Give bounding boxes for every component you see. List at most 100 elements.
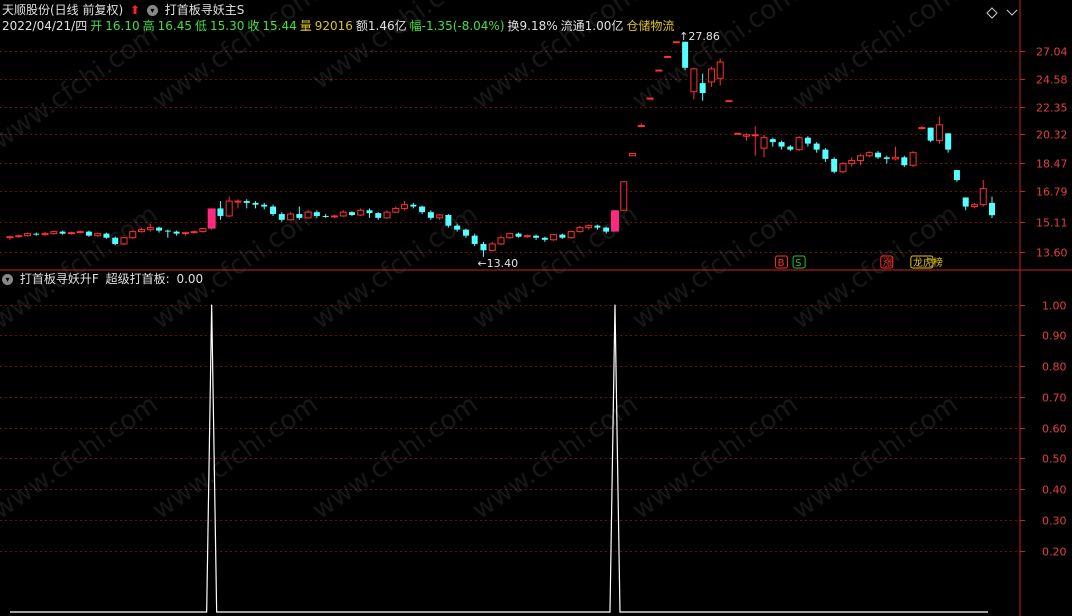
candle-body: [979, 188, 987, 206]
candle-body: [751, 134, 759, 137]
candle-body: [156, 227, 163, 231]
candle-body: [743, 134, 750, 137]
candle-body: [67, 232, 75, 235]
candle-body: [883, 157, 890, 159]
candle-body: [637, 125, 645, 128]
candle-body: [401, 204, 409, 209]
candle-body: [707, 68, 715, 83]
y-tick-label: 16.79: [1036, 186, 1068, 199]
candle-body: [339, 211, 347, 217]
candle-body: [901, 157, 908, 166]
watermark-text: www.cfchi.com: [467, 0, 644, 116]
candle-body: [41, 233, 49, 236]
candle-body: [523, 235, 531, 238]
watermark-text: www.cfchi.com: [147, 0, 324, 116]
candle-body: [6, 236, 14, 239]
candle-body: [454, 225, 461, 230]
candle-body: [261, 204, 268, 207]
candle-body: [970, 204, 978, 208]
candle-body: [831, 158, 838, 172]
y-tick-label: 13.60: [1036, 247, 1068, 260]
y-tick-label: 0.40: [1042, 484, 1067, 497]
candle-body: [655, 69, 663, 72]
signal-label: S: [795, 258, 801, 269]
price-annotation: ←13.40: [477, 257, 518, 270]
candle-body: [112, 237, 119, 244]
candle-body: [164, 230, 171, 232]
candle-body: [348, 212, 355, 215]
candle-body: [769, 139, 776, 143]
candle-body: [313, 212, 320, 216]
y-tick-label: 20.32: [1036, 129, 1068, 142]
candle-body: [138, 229, 146, 233]
candle-body: [550, 234, 558, 241]
y-tick-label: 0.80: [1042, 361, 1067, 374]
candle-body: [935, 124, 943, 142]
candle-body: [716, 61, 724, 79]
y-tick-label: 0.60: [1042, 423, 1067, 436]
y-tick-label: 15.11: [1036, 217, 1068, 230]
candle-body: [173, 231, 180, 234]
candle-body: [497, 237, 505, 245]
candle-body: [419, 206, 426, 213]
candle-body: [909, 152, 917, 166]
candle-body: [515, 233, 522, 237]
candle-body: [270, 206, 277, 215]
y-tick-label: 0.50: [1042, 453, 1067, 466]
candle-body: [927, 127, 934, 141]
candle-body: [207, 208, 216, 229]
chart-canvas[interactable]: www.cfchi.comwww.cfchi.comwww.cfchi.comw…: [0, 0, 1072, 616]
candle-body: [787, 146, 794, 150]
candle-body: [304, 211, 312, 219]
candle-body: [875, 152, 882, 158]
candle-body: [795, 137, 803, 151]
candle-body: [778, 142, 785, 147]
y-tick-label: 0.30: [1042, 515, 1067, 528]
signal-label: 龙虎榜: [913, 256, 943, 269]
candle-body: [120, 237, 128, 245]
candle-body: [375, 213, 382, 218]
candle-body: [366, 210, 373, 214]
candle-body: [217, 208, 224, 216]
candle-body: [103, 233, 110, 238]
window-controls[interactable]: [986, 7, 1018, 19]
y-tick-label: 0.90: [1042, 330, 1067, 343]
y-tick-label: 27.04: [1036, 46, 1068, 59]
watermark-text: www.cfchi.com: [147, 199, 324, 335]
candle-body: [234, 200, 242, 203]
candle-body: [15, 235, 23, 238]
candle-body: [865, 152, 873, 157]
candle-body: [427, 212, 434, 218]
candle-body: [962, 197, 969, 207]
candle-body: [629, 152, 637, 157]
candle-body: [445, 214, 452, 226]
candle-body: [664, 55, 672, 58]
y-tick-label: 0.70: [1042, 392, 1067, 405]
watermark-text: www.cfchi.com: [147, 389, 324, 525]
price-annotation: ↑27.86: [679, 30, 720, 43]
candle-body: [576, 227, 584, 233]
candle-body: [603, 227, 610, 232]
candle-body: [243, 201, 250, 203]
candle-body: [585, 225, 593, 229]
signal-label: 涨: [883, 257, 893, 269]
diamond-icon[interactable]: [986, 7, 998, 19]
candle-body: [506, 233, 514, 239]
signal-label: B: [778, 258, 785, 269]
candle-body: [682, 41, 689, 68]
candle-body: [594, 225, 601, 228]
candle-body: [59, 231, 66, 234]
watermark-text: www.cfchi.com: [307, 389, 484, 525]
candle-body: [699, 83, 706, 94]
candle-body: [989, 202, 995, 216]
candle-body: [146, 227, 154, 231]
candle-body: [610, 210, 619, 232]
candle-body: [278, 214, 285, 220]
chevron-down-icon[interactable]: [1006, 9, 1018, 16]
candle-body: [471, 235, 478, 244]
candle-body: [760, 137, 768, 149]
candle-body: [725, 100, 733, 103]
candle-body: [85, 231, 92, 236]
candle-body: [383, 211, 391, 219]
candle-body: [392, 207, 400, 213]
